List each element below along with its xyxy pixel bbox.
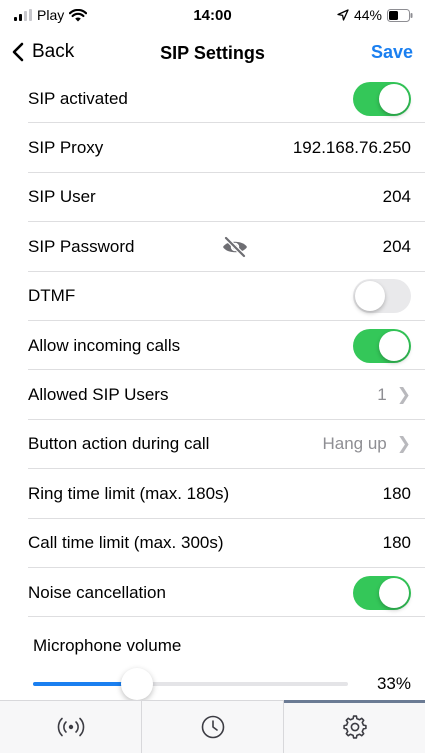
status-bar: Play 14:00 44% [0,0,425,34]
sip-password-label: SIP Password [28,236,135,256]
row-button-action[interactable]: Button action during call Hang up ❯ [0,420,425,470]
toggle-knob [379,577,409,608]
call-time-limit-value: 180 [382,533,411,553]
row-allowed-sip-users[interactable]: Allowed SIP Users 1 ❯ [0,370,425,421]
row-noise-cancellation: Noise cancellation [0,568,425,618]
eye-slash-icon[interactable] [221,236,249,259]
row-sip-activated: SIP activated [0,74,425,124]
gear-icon [342,715,367,739]
row-sip-password[interactable]: SIP Password 204 [0,222,425,272]
sip-proxy-label: SIP Proxy [28,138,104,158]
allowed-sip-users-value: 1 [377,385,387,405]
row-allow-incoming-calls: Allow incoming calls [0,321,425,371]
toggle-knob [379,83,409,114]
noise-cancellation-label: Noise cancellation [28,582,166,602]
sip-user-value: 204 [382,187,411,207]
button-action-label: Button action during call [28,434,210,454]
battery-icon [387,8,413,22]
dtmf-toggle[interactable] [353,279,411,314]
row-dtmf: DTMF [0,272,425,322]
sip-activated-label: SIP activated [28,88,128,108]
row-ring-time-limit[interactable]: Ring time limit (max. 180s) 180 [0,469,425,519]
sip-user-label: SIP User [28,187,96,207]
back-button-label: Back [32,41,75,62]
call-time-limit-label: Call time limit (max. 300s) [28,533,224,553]
row-call-time-limit[interactable]: Call time limit (max. 300s) 180 [0,519,425,569]
battery-percentage: 44% [353,7,382,23]
row-sip-user[interactable]: SIP User 204 [0,173,425,223]
allow-incoming-calls-label: Allow incoming calls [28,335,181,355]
slider-thumb[interactable] [120,668,153,700]
tab-bar [0,700,425,753]
toggle-knob [379,330,409,361]
tab-history[interactable] [141,701,283,753]
settings-list: SIP activated SIP Proxy 192.168.76.250 S… [0,74,425,618]
ring-time-limit-label: Ring time limit (max. 180s) [28,483,230,503]
button-action-value: Hang up [322,434,387,454]
tab-broadcast[interactable] [0,701,141,753]
broadcast-icon [57,717,84,737]
microphone-volume-slider[interactable] [33,668,348,700]
sip-activated-toggle[interactable] [353,81,411,116]
microphone-volume-section: Microphone volume 33% [0,618,425,700]
noise-cancellation-toggle[interactable] [353,575,411,610]
microphone-volume-label: Microphone volume [33,636,182,655]
save-button[interactable]: Save [371,42,413,63]
allowed-sip-users-label: Allowed SIP Users [28,385,169,405]
sip-password-value: 204 [382,236,411,256]
navigation-bar: Back SIP Settings Save [0,34,425,74]
dtmf-label: DTMF [28,286,76,306]
status-right: 44% [337,7,413,23]
back-button[interactable]: Back [12,41,74,63]
toggle-knob [355,281,385,312]
clock-icon [201,715,224,739]
location-arrow-icon [337,9,349,21]
tab-settings[interactable] [283,700,425,753]
allow-incoming-calls-toggle[interactable] [353,328,411,363]
chevron-right-icon: ❯ [396,385,411,405]
ring-time-limit-value: 180 [382,483,411,503]
chevron-right-icon: ❯ [396,434,411,454]
row-sip-proxy[interactable]: SIP Proxy 192.168.76.250 [0,123,425,174]
microphone-volume-value: 33% [376,674,411,693]
sip-proxy-value: 192.168.76.250 [292,138,411,158]
chevron-left-icon [12,42,24,62]
